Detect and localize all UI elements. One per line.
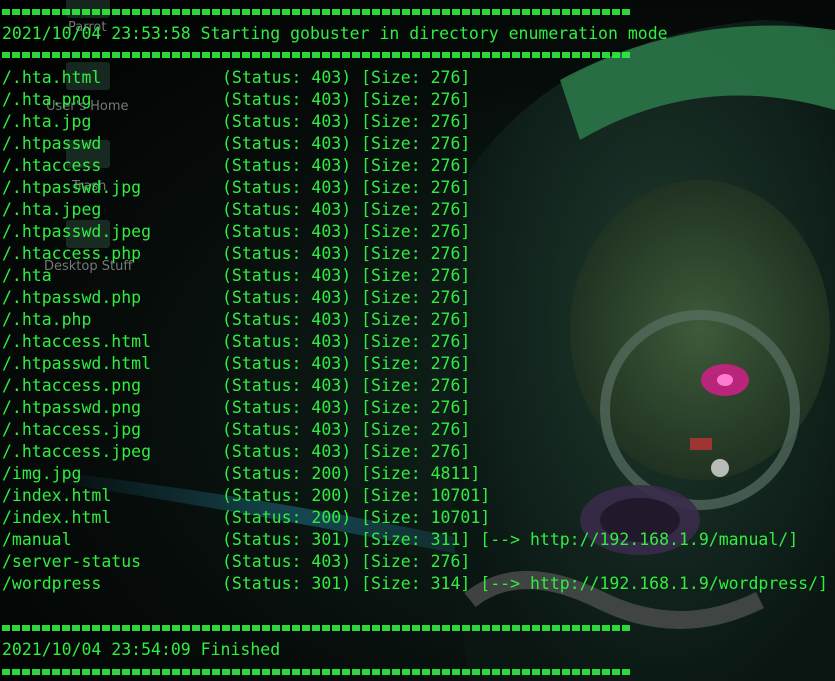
result-path: /img.jpg [2,464,82,483]
start-line: 2021/10/04 23:53:58 Starting gobuster in… [2,24,668,43]
result-path: /.htpasswd.html [2,354,152,373]
result-row: /server-status (Status: 403) [Size: 276] [2,551,835,573]
result-status: (Status: 403) [Size: 276] [222,354,471,373]
result-row: /wordpress (Status: 301) [Size: 314] [-->… [2,573,835,595]
result-row: /.htpasswd.jpeg (Status: 403) [Size: 276] [2,221,835,243]
result-path: /.htpasswd.jpg [2,178,142,197]
result-path: /manual [2,530,72,549]
result-path: /.htaccess.jpeg [2,442,152,461]
result-row: /.htaccess.html (Status: 403) [Size: 276] [2,331,835,353]
result-status: (Status: 403) [Size: 276] [222,156,471,175]
separator-rule [2,9,632,15]
result-path: /.hta.jpg [2,112,92,131]
result-row: /.htpasswd.jpg (Status: 403) [Size: 276] [2,177,835,199]
result-row: /manual (Status: 301) [Size: 311] [--> ht… [2,529,835,551]
result-path: /.htpasswd.jpeg [2,222,152,241]
separator-rule [2,625,632,631]
result-path: /.hta.html [2,68,102,87]
result-row: /.htaccess.php (Status: 403) [Size: 276] [2,243,835,265]
result-path: /.hta.png [2,90,92,109]
result-row: /.hta.jpeg (Status: 403) [Size: 276] [2,199,835,221]
result-path: /index.html [2,508,112,527]
result-status: (Status: 403) [Size: 276] [222,420,471,439]
result-path: /.htaccess.jpg [2,420,142,439]
result-row: /.htpasswd.html (Status: 403) [Size: 276] [2,353,835,375]
result-status: (Status: 403) [Size: 276] [222,68,471,87]
result-path: /index.html [2,486,112,505]
result-path: /.htpasswd.png [2,398,142,417]
result-path: /.htpasswd [2,134,102,153]
result-status: (Status: 403) [Size: 276] [222,332,471,351]
result-row: /.htaccess.jpeg (Status: 403) [Size: 276] [2,441,835,463]
result-path: /.hta [2,266,52,285]
result-row: /img.jpg (Status: 200) [Size: 4811] [2,463,835,485]
result-row: /.hta.html (Status: 403) [Size: 276] [2,67,835,89]
result-path: /.htpasswd.php [2,288,142,307]
result-path: /.htaccess.html [2,332,152,351]
result-path: /.htaccess.php [2,244,142,263]
desktop-screen: Parrot User's Home Trash Desktop Stuff 2… [0,0,835,681]
result-row: /.htpasswd (Status: 403) [Size: 276] [2,133,835,155]
result-status: (Status: 200) [Size: 10701] [222,508,491,527]
result-status: (Status: 403) [Size: 276] [222,442,471,461]
result-row: /.hta.png (Status: 403) [Size: 276] [2,89,835,111]
result-path: /.hta.jpeg [2,200,102,219]
separator-rule [2,669,632,675]
result-status: (Status: 403) [Size: 276] [222,200,471,219]
result-row: /index.html (Status: 200) [Size: 10701] [2,485,835,507]
result-row: /.hta.php (Status: 403) [Size: 276] [2,309,835,331]
result-status: (Status: 301) [Size: 314] [--> http://19… [222,574,828,593]
result-path: /server-status [2,552,142,571]
result-status: (Status: 200) [Size: 4811] [222,464,481,483]
result-status: (Status: 403) [Size: 276] [222,134,471,153]
result-row: /.htpasswd.png (Status: 403) [Size: 276] [2,397,835,419]
result-status: (Status: 403) [Size: 276] [222,376,471,395]
result-path: /.hta.php [2,310,92,329]
result-row: /.htaccess.png (Status: 403) [Size: 276] [2,375,835,397]
terminal-window[interactable]: 2021/10/04 23:53:58 Starting gobuster in… [0,0,835,681]
result-status: (Status: 200) [Size: 10701] [222,486,491,505]
result-status: (Status: 403) [Size: 276] [222,398,471,417]
result-status: (Status: 403) [Size: 276] [222,90,471,109]
result-status: (Status: 403) [Size: 276] [222,112,471,131]
finish-line: 2021/10/04 23:54:09 Finished [2,640,281,659]
result-status: (Status: 403) [Size: 276] [222,552,471,571]
result-row: /.htaccess (Status: 403) [Size: 276] [2,155,835,177]
result-status: (Status: 403) [Size: 276] [222,244,471,263]
result-status: (Status: 403) [Size: 276] [222,222,471,241]
result-row: /.htaccess.jpg (Status: 403) [Size: 276] [2,419,835,441]
separator-rule [2,52,632,58]
result-status: (Status: 403) [Size: 276] [222,266,471,285]
result-status: (Status: 301) [Size: 311] [--> http://19… [222,530,799,549]
result-row: /.htpasswd.php (Status: 403) [Size: 276] [2,287,835,309]
result-row: /.hta (Status: 403) [Size: 276] [2,265,835,287]
result-status: (Status: 403) [Size: 276] [222,288,471,307]
result-status: (Status: 403) [Size: 276] [222,178,471,197]
result-path: /wordpress [2,574,102,593]
result-path: /.htaccess.png [2,376,142,395]
result-path: /.htaccess [2,156,102,175]
result-status: (Status: 403) [Size: 276] [222,310,471,329]
result-row: /.hta.jpg (Status: 403) [Size: 276] [2,111,835,133]
result-row: /index.html (Status: 200) [Size: 10701] [2,507,835,529]
